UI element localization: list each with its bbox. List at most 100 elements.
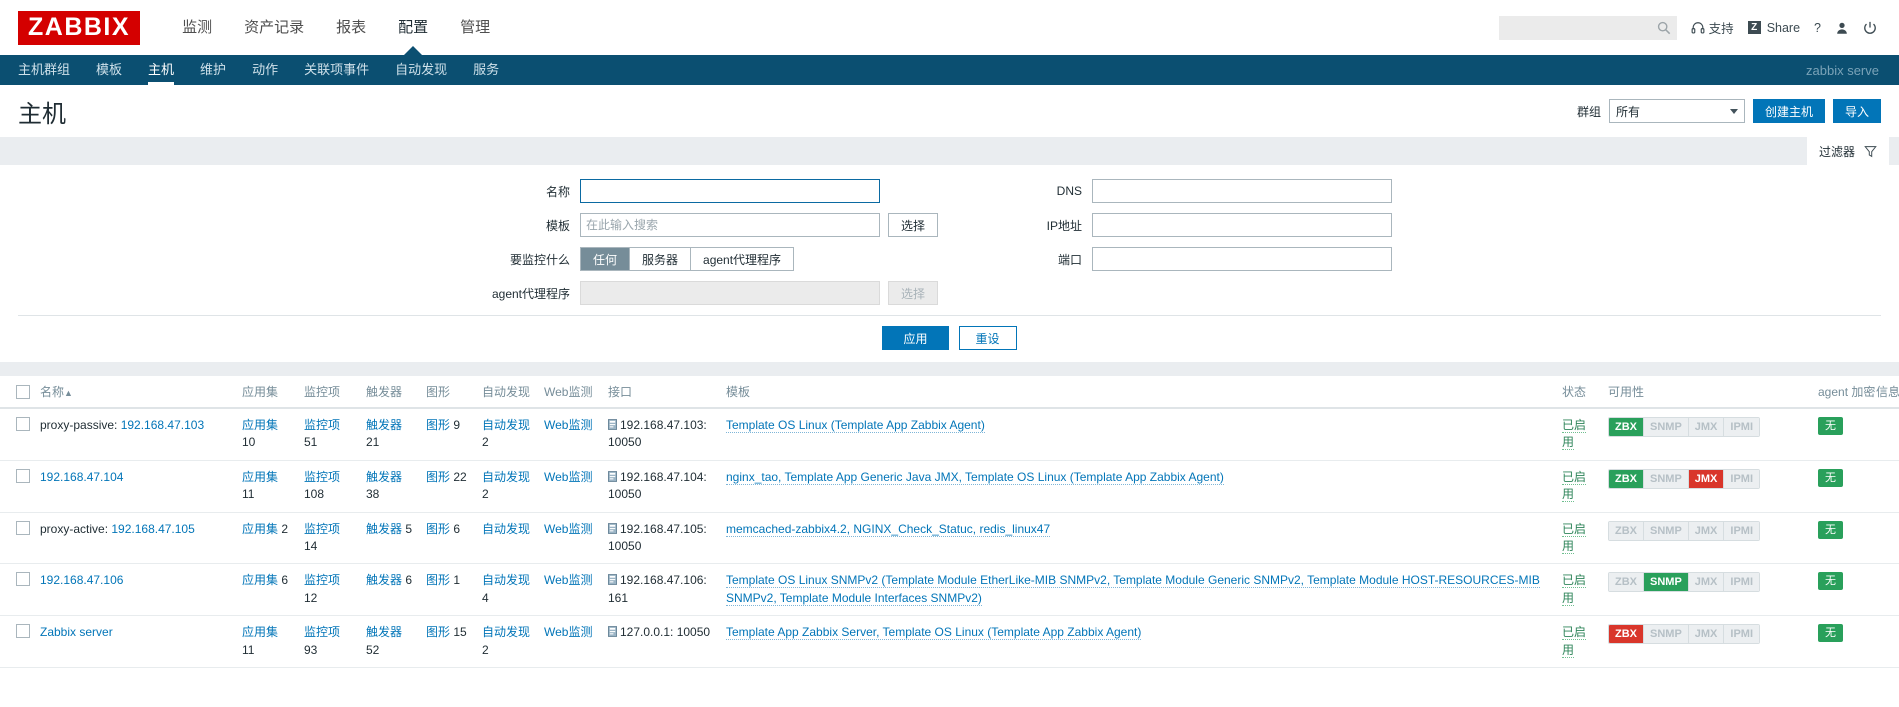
availability-badge-ipmi[interactable]: IPMI [1724,625,1760,644]
row-checkbox[interactable] [16,572,30,587]
availability-badge-zbx[interactable]: ZBX [1609,418,1644,436]
row-count-link[interactable]: 触发器 [366,418,402,432]
subnav-item-services[interactable]: 服务 [473,55,499,85]
column-header-status[interactable]: 状态 [1556,376,1602,409]
row-count-link[interactable]: 自动发现 [482,573,530,587]
availability-badge-ipmi[interactable]: IPMI [1724,469,1760,488]
nav-item-monitoring[interactable]: 监测 [166,0,228,55]
share-link[interactable]: Z Share [1747,21,1800,35]
subnav-item-templates[interactable]: 模板 [96,55,122,85]
row-web-link[interactable]: Web监测 [544,470,592,484]
reset-button[interactable]: 重设 [958,326,1017,350]
row-host-name-link[interactable]: 192.168.47.104 [40,470,123,484]
row-count-link[interactable]: 应用集 [242,625,278,639]
filter-tab[interactable]: 过滤器 [1806,137,1889,165]
nav-item-administration[interactable]: 管理 [444,0,506,55]
row-template-link[interactable]: nginx_tao, Template App Generic Java JMX… [726,469,1224,485]
availability-badge-zbx[interactable]: ZBX [1609,521,1644,540]
row-status-link[interactable]: 已启用 [1562,625,1587,658]
row-count-link[interactable]: 图形 [426,522,450,536]
row-count-link[interactable]: 应用集 [242,573,278,587]
row-count-link[interactable]: 监控项 [304,522,340,536]
column-header-discovery[interactable]: 自动发现 [476,376,538,409]
row-count-link[interactable]: 自动发现 [482,470,530,484]
row-count-link[interactable]: 触发器 [366,625,402,639]
help-link[interactable]: ? [1814,21,1821,35]
row-count-link[interactable]: 应用集 [242,522,278,536]
column-header-triggers[interactable]: 触发器 [360,376,420,409]
row-count-link[interactable]: 图形 [426,470,450,484]
row-count-link[interactable]: 监控项 [304,625,340,639]
column-header-items[interactable]: 监控项 [298,376,360,409]
row-count-link[interactable]: 应用集 [242,418,278,432]
column-header-name[interactable]: 名称▲ [34,376,236,409]
proxy-input[interactable] [580,281,880,305]
subnav-item-host-groups[interactable]: 主机群组 [18,55,70,85]
row-status-link[interactable]: 已启用 [1562,418,1587,451]
row-web-link[interactable]: Web监测 [544,625,592,639]
availability-badge-zbx[interactable]: ZBX [1609,469,1644,488]
row-count-link[interactable]: 自动发现 [482,625,530,639]
availability-badge-jmx[interactable]: JMX [1688,573,1725,592]
row-host-name-link[interactable]: 192.168.47.106 [40,573,123,587]
support-link[interactable]: 支持 [1691,18,1734,37]
row-host-name-link[interactable]: 192.168.47.105 [111,522,194,536]
row-template-link[interactable]: memcached-zabbix4.2, NGINX_Check_Statuc,… [726,521,1051,537]
subnav-item-discovery[interactable]: 自动发现 [395,55,447,85]
row-checkbox[interactable] [16,520,30,535]
availability-badge-snmp[interactable]: SNMP [1644,521,1689,540]
nav-item-reports[interactable]: 报表 [320,0,382,55]
row-template-link[interactable]: Template App Zabbix Server, Template OS … [726,625,1142,641]
availability-badge-jmx[interactable]: JMX [1688,625,1725,644]
apply-button[interactable]: 应用 [882,326,949,350]
monitored-by-option-server[interactable]: 服务器 [630,248,692,270]
dns-input[interactable] [1092,179,1392,203]
row-template-link[interactable]: Template OS Linux (Template App Zabbix A… [726,418,985,433]
row-count-link[interactable]: 触发器 [366,470,402,484]
import-button[interactable]: 导入 [1832,99,1881,123]
availability-badge-snmp[interactable]: SNMP [1644,469,1689,488]
row-count-link[interactable]: 监控项 [304,470,340,484]
column-header-web[interactable]: Web监测 [538,376,602,409]
row-count-link[interactable]: 监控项 [304,418,340,432]
name-input[interactable] [580,179,880,203]
row-status-link[interactable]: 已启用 [1562,573,1587,606]
monitored-by-option-any[interactable]: 任何 [581,248,631,270]
column-header-graphs[interactable]: 图形 [420,376,476,409]
availability-badge-jmx[interactable]: JMX [1688,418,1725,436]
availability-badge-zbx[interactable]: ZBX [1609,573,1644,592]
nav-item-configuration[interactable]: 配置 [382,0,444,55]
nav-item-inventory[interactable]: 资产记录 [228,0,320,55]
zabbix-logo[interactable]: ZABBIX [18,10,141,45]
ip-input[interactable] [1092,213,1392,237]
availability-badge-snmp[interactable]: SNMP [1644,573,1689,592]
select-all-checkbox[interactable] [16,384,30,399]
group-select[interactable]: 所有 [1608,99,1745,123]
search-input[interactable] [1499,16,1676,39]
row-count-link[interactable]: 监控项 [304,573,340,587]
row-status-link[interactable]: 已启用 [1562,521,1587,554]
global-search[interactable] [1498,15,1677,40]
row-host-name-link[interactable]: 192.168.47.103 [121,418,204,432]
availability-badge-snmp[interactable]: SNMP [1644,418,1689,436]
monitored-by-option-proxy[interactable]: agent代理程序 [691,248,793,270]
subnav-item-maintenance[interactable]: 维护 [200,55,226,85]
row-count-link[interactable]: 自动发现 [482,522,530,536]
template-input[interactable] [580,213,880,237]
row-status-link[interactable]: 已启用 [1562,469,1587,503]
row-web-link[interactable]: Web监测 [544,573,592,587]
availability-badge-zbx[interactable]: ZBX [1609,625,1644,644]
row-checkbox[interactable] [16,417,30,431]
availability-badge-ipmi[interactable]: IPMI [1724,418,1760,436]
port-input[interactable] [1092,247,1392,271]
create-host-button[interactable]: 创建主机 [1752,99,1825,123]
availability-badge-snmp[interactable]: SNMP [1644,625,1689,644]
row-web-link[interactable]: Web监测 [544,522,592,536]
availability-badge-ipmi[interactable]: IPMI [1724,521,1760,540]
subnav-item-correlation[interactable]: 关联项事件 [304,55,369,85]
row-template-link[interactable]: Template OS Linux SNMPv2 (Template Modul… [726,573,1540,606]
template-select-button[interactable]: 选择 [888,213,939,237]
row-web-link[interactable]: Web监测 [544,418,592,432]
user-profile-link[interactable] [1835,21,1849,35]
row-checkbox[interactable] [16,468,30,483]
